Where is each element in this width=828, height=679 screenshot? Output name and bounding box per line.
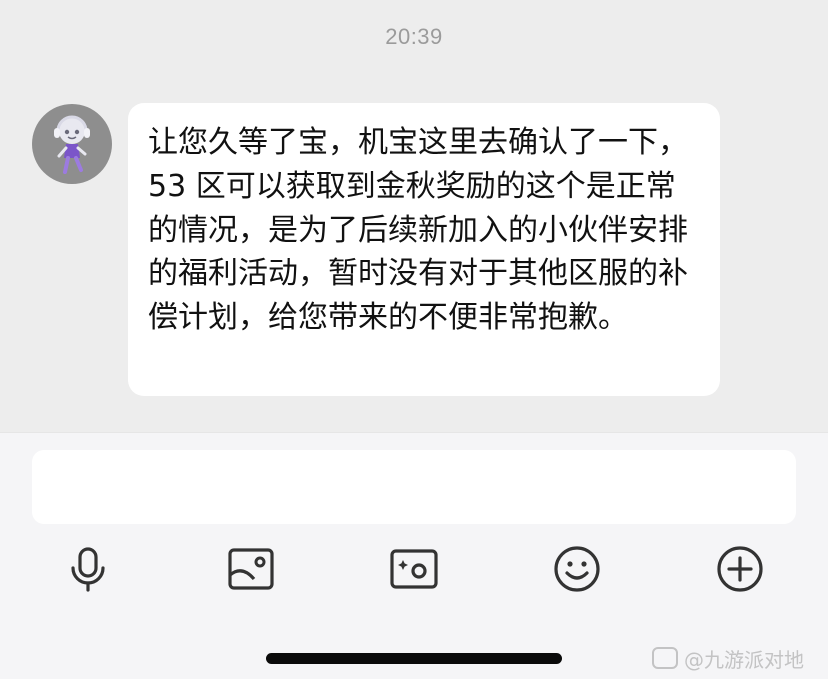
avatar[interactable] [32, 104, 112, 184]
camera-icon [390, 549, 438, 589]
microphone-button[interactable] [62, 543, 114, 595]
image-button[interactable] [225, 543, 277, 595]
message-timestamp: 20:39 [385, 24, 443, 49]
watermark-logo-icon [652, 647, 678, 669]
watermark-text: @九游派对地 [684, 647, 804, 672]
plus-button[interactable] [714, 543, 766, 595]
input-toolbar: @九游派对地 [0, 432, 828, 679]
message-text: 让您久等了宝，机宝这里去确认了一下，53 区可以获取到金秋奖励的这个是正常的情况… [148, 125, 688, 336]
message-bubble[interactable]: 让您久等了宝，机宝这里去确认了一下，53 区可以获取到金秋奖励的这个是正常的情况… [128, 103, 720, 396]
emoji-button[interactable] [551, 543, 603, 595]
home-indicator[interactable] [266, 653, 562, 664]
camera-button[interactable] [388, 543, 440, 595]
microphone-icon [71, 547, 105, 592]
emoji-icon [554, 546, 600, 592]
message-input[interactable] [32, 450, 796, 524]
watermark: @九游派对地 [652, 642, 804, 674]
chat-area: 20:39 让您久等了宝，机宝这里去确认了一下，53 区可以获取到金秋奖励的这个… [0, 0, 828, 432]
plus-icon [717, 546, 763, 592]
image-icon [228, 548, 274, 590]
robot-avatar-icon [54, 115, 90, 174]
